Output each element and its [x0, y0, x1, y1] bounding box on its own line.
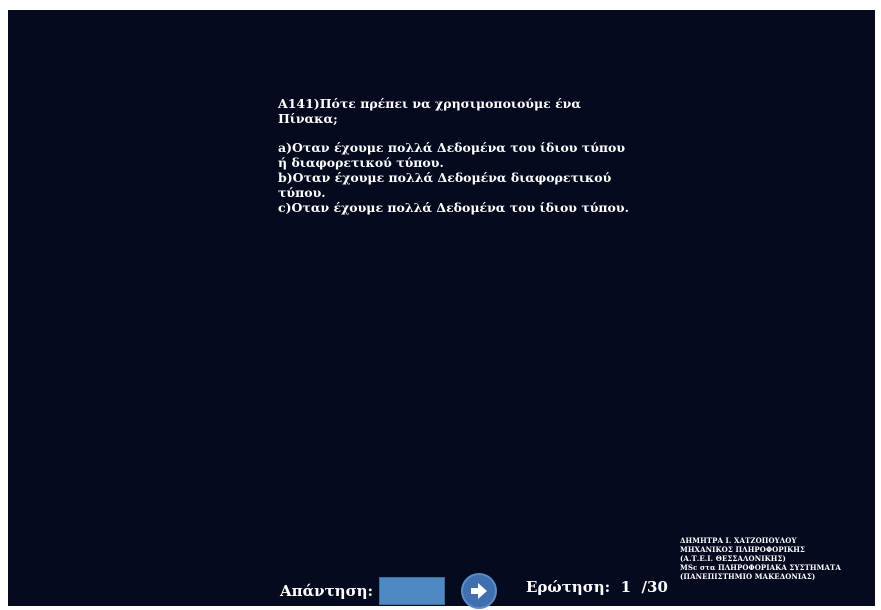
next-button[interactable] — [461, 573, 497, 609]
credit-line: (ΠΑΝΕΠΙΣΤΗΜΙΟ ΜΑΚΕΔΟΝΙΑΣ) — [680, 572, 816, 581]
answer-label: Απάντηση: — [280, 582, 374, 600]
credit-line: (Α.Τ.Ε.Ι. ΘΕΣΣΑΛΟΝΙΚΗΣ) — [680, 554, 786, 563]
option-a: a)Οταν έχουμε πολλά Δεδομένα του ίδιου τ… — [278, 140, 626, 170]
counter-current: 1 — [620, 578, 632, 596]
credit-line: ΔΗΜΗΤΡΑ Ι. ΧΑΤΖΟΠΟΥΛΟΥ — [680, 536, 797, 545]
arrow-right-icon — [471, 583, 487, 599]
quiz-slide: Α141)Πότε πρέπει να χρησιμοποιούμε ένα Π… — [8, 10, 875, 609]
author-credits: ΔΗΜΗΤΡΑ Ι. ΧΑΤΖΟΠΟΥΛΟΥ ΜΗΧΑΝΙΚΟΣ ΠΛΗΡΟΦΟ… — [680, 536, 841, 581]
answer-area: Απάντηση: — [280, 576, 446, 606]
credit-line: ΜΗΧΑΝΙΚΟΣ ΠΛΗΡΟΦΟΡΙΚΗΣ — [680, 545, 806, 554]
credit-line: MSc στα ΠΛΗΡΟΦΟΡΙΑΚΑ ΣΥΣΤΗΜΑΤΑ — [680, 563, 841, 572]
counter-label: Ερώτηση: — [526, 578, 611, 596]
answer-input[interactable] — [379, 577, 446, 605]
option-c: c)Οταν έχουμε πολλά Δεδομένα του ίδιου τ… — [278, 200, 629, 215]
question-block: Α141)Πότε πρέπει να χρησιμοποιούμε ένα Π… — [278, 96, 638, 215]
counter-total: /30 — [641, 578, 668, 596]
option-b: b)Οταν έχουμε πολλά Δεδομένα διαφορετικο… — [278, 170, 612, 200]
question-title: Α141)Πότε πρέπει να χρησιμοποιούμε ένα Π… — [278, 96, 581, 126]
question-counter: Ερώτηση: 1 /30 — [526, 578, 668, 596]
